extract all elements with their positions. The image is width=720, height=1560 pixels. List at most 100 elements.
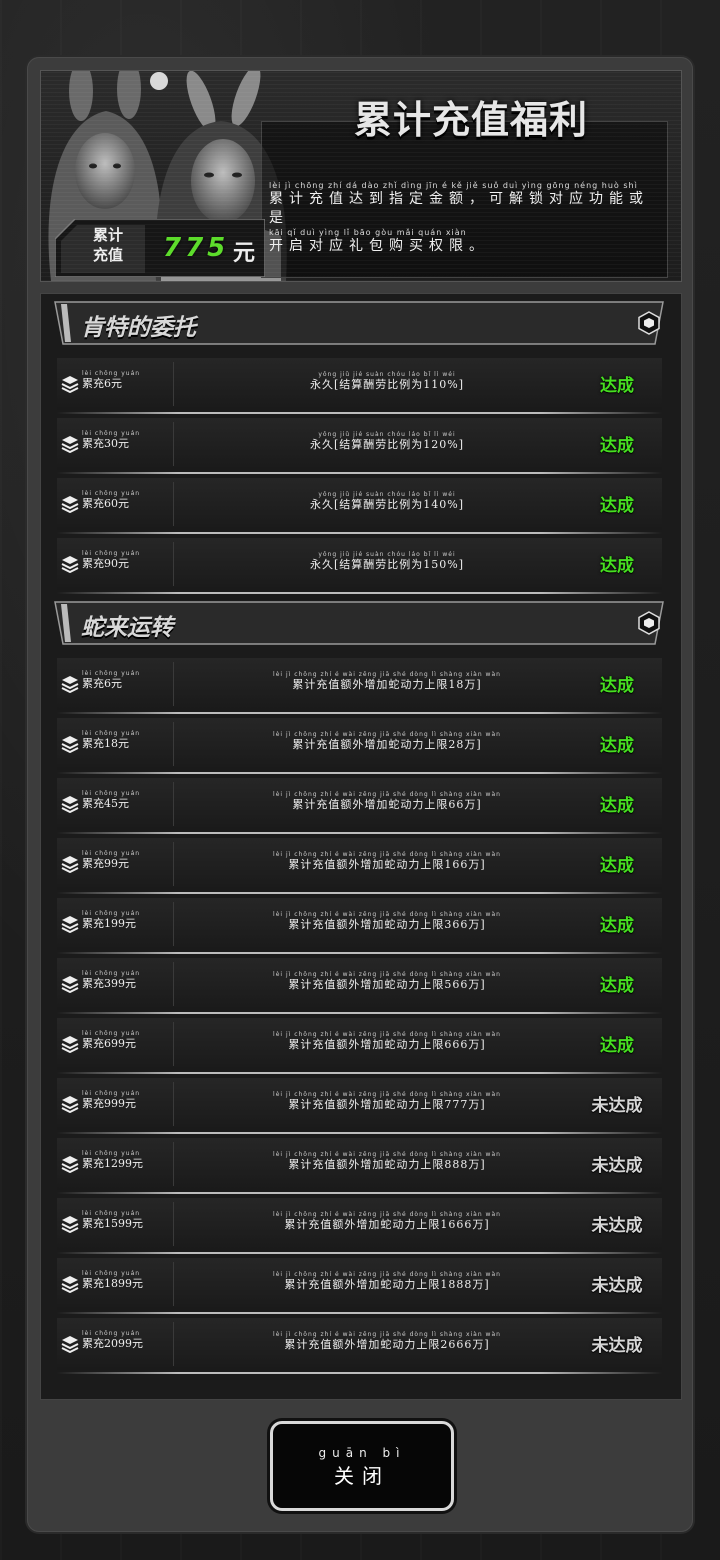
requirement-text: 累充30元	[82, 437, 129, 450]
reward-row: lèi chōng yuán 累充699元 lèi jì chōng zhí é w…	[57, 1018, 662, 1074]
reward: lèi jì chōng zhí é wài zēng jiā shé dòng…	[177, 1271, 597, 1291]
row-divider	[173, 1322, 174, 1366]
rewards-list[interactable]: 肯特的委托 lèi chōng yuán 累充6元 yǒng jiǔ jié suàn…	[40, 293, 682, 1400]
requirement: lèi chōng yuán 累充6元	[82, 370, 140, 390]
requirement-text: 累充999元	[82, 1097, 136, 1110]
row-divider	[173, 662, 174, 706]
requirement-text: 累充699元	[82, 1037, 136, 1050]
requirement-text: 累充1299元	[82, 1157, 143, 1170]
close-label: 关闭	[334, 1464, 390, 1488]
requirement-text: 累充6元	[82, 377, 122, 390]
stack-layers-icon	[61, 856, 79, 873]
reward: lèi jì chōng zhí é wài zēng jiā shé dòng…	[177, 851, 597, 871]
reward: yǒng jiǔ jié suàn chóu láo bǐ lì wéi 永久[结…	[177, 431, 597, 451]
status-badge: 未达成	[591, 1216, 643, 1236]
description-pinyin-2: kāi qǐ duì yìng lǐ bāo gòu mǎi quán xiàn	[269, 228, 467, 237]
reward: lèi jì chōng zhí é wài zēng jiā shé dòng…	[177, 1331, 597, 1351]
reward-text: 累计充值额外增加蛇动力上限366万]	[288, 918, 486, 931]
reward: yǒng jiǔ jié suàn chóu láo bǐ lì wéi 永久[结…	[177, 491, 597, 511]
reward: lèi jì chōng zhí é wài zēng jiā shé dòng…	[177, 671, 597, 691]
section-header: 蛇来运转	[51, 600, 671, 648]
row-divider	[173, 1262, 174, 1306]
reward-text: 永久[结算酬劳比例为150%]	[309, 558, 465, 571]
status-badge: 达成	[600, 496, 634, 516]
status-badge: 未达成	[591, 1156, 643, 1176]
reward-row: lèi chōng yuán 累充6元 lèi jì chōng zhí é wài…	[57, 658, 662, 714]
status-badge: 未达成	[591, 1096, 643, 1116]
hexagon-icon[interactable]	[637, 311, 661, 335]
row-divider	[173, 1142, 174, 1186]
row-divider	[173, 1082, 174, 1126]
requirement: lèi chōng yuán 累充199元	[82, 910, 140, 930]
reward-row: lèi chōng yuán 累充90元 yǒng jiǔ jié suàn chó…	[57, 538, 662, 594]
reward-text: 累计充值额外增加蛇动力上限2666万]	[284, 1338, 490, 1351]
stack-layers-icon	[61, 736, 79, 753]
total-unit: 元	[233, 241, 256, 266]
description-line-1: 累计充值达到指定金额，可解锁对应功能或是	[269, 191, 649, 226]
row-divider	[173, 842, 174, 886]
reward-row: lèi chōng yuán 累充1899元 lèi jì chōng zhí é …	[57, 1258, 662, 1314]
total-label: 累计 充值	[73, 225, 143, 265]
reward-text: 累计充值额外增加蛇动力上限888万]	[288, 1158, 486, 1171]
reward: lèi jì chōng zhí é wài zēng jiā shé dòng…	[177, 911, 597, 931]
requirement: lèi chōng yuán 累充1599元	[82, 1210, 143, 1230]
stack-layers-icon	[61, 1156, 79, 1173]
status-badge: 达成	[600, 376, 634, 396]
requirement: lèi chōng yuán 累充18元	[82, 730, 140, 750]
reward: lèi jì chōng zhí é wài zēng jiā shé dòng…	[177, 1151, 597, 1171]
reward-text: 永久[结算酬劳比例为120%]	[309, 438, 465, 451]
reward-row: lèi chōng yuán 累充399元 lèi jì chōng zhí é w…	[57, 958, 662, 1014]
description-pinyin-1: lèi jì chōng zhí dá dào zhǐ dìng jīn é k…	[269, 181, 638, 190]
reward-row: lèi chōng yuán 累充30元 yǒng jiǔ jié suàn chó…	[57, 418, 662, 474]
stack-layers-icon	[61, 796, 79, 813]
page-title: 累计充值福利	[353, 98, 588, 142]
hexagon-icon[interactable]	[637, 611, 661, 635]
stack-layers-icon	[61, 496, 79, 513]
reward-row: lèi chōng yuán 累充99元 lèi jì chōng zhí é wà…	[57, 838, 662, 894]
requirement-text: 累充60元	[82, 497, 129, 510]
stack-layers-icon	[61, 1036, 79, 1053]
total-recharge-badge: 累计 充值 775 元	[55, 219, 265, 277]
reward-text: 累计充值额外增加蛇动力上限18万]	[292, 678, 482, 691]
row-divider	[173, 542, 174, 586]
reward-text: 累计充值额外增加蛇动力上限1888万]	[284, 1278, 490, 1291]
requirement-text: 累充1599元	[82, 1217, 143, 1230]
status-badge: 达成	[600, 676, 634, 696]
requirement-text: 累充99元	[82, 857, 129, 870]
row-divider	[173, 902, 174, 946]
reward: lèi jì chōng zhí é wài zēng jiā shé dòng…	[177, 971, 597, 991]
section-header: 肯特的委托	[51, 300, 671, 348]
close-button[interactable]: guān bì 关闭	[270, 1421, 454, 1511]
row-divider	[173, 482, 174, 526]
stack-layers-icon	[61, 1216, 79, 1233]
requirement: lèi chōng yuán 累充45元	[82, 790, 140, 810]
requirement: lèi chōng yuán 累充99元	[82, 850, 140, 870]
requirement: lèi chōng yuán 累充30元	[82, 430, 140, 450]
reward: lèi jì chōng zhí é wài zēng jiā shé dòng…	[177, 1211, 597, 1231]
status-badge: 达成	[600, 856, 634, 876]
total-value: 775	[163, 233, 230, 263]
recharge-rewards-panel: 累计充值福利 lèi jì chōng zhí dá dào zhǐ dìng …	[27, 57, 693, 1532]
row-divider	[173, 962, 174, 1006]
reward: lèi jì chōng zhí é wài zēng jiā shé dòng…	[177, 731, 597, 751]
reward-row: lèi chōng yuán 累充1299元 lèi jì chōng zhí é …	[57, 1138, 662, 1194]
requirement-text: 累充18元	[82, 737, 129, 750]
status-badge: 达成	[600, 736, 634, 756]
row-divider	[173, 422, 174, 466]
reward-row: lèi chōng yuán 累充60元 yǒng jiǔ jié suàn chó…	[57, 478, 662, 534]
reward-row: lèi chōng yuán 累充999元 lèi jì chōng zhí é w…	[57, 1078, 662, 1134]
stack-layers-icon	[61, 676, 79, 693]
reward: lèi jì chōng zhí é wài zēng jiā shé dòng…	[177, 1031, 597, 1051]
requirement: lèi chōng yuán 累充90元	[82, 550, 140, 570]
stack-layers-icon	[61, 1336, 79, 1353]
status-badge: 达成	[600, 436, 634, 456]
requirement: lèi chōng yuán 累充1899元	[82, 1270, 143, 1290]
row-divider	[173, 782, 174, 826]
requirement-text: 累充90元	[82, 557, 129, 570]
reward-text: 累计充值额外增加蛇动力上限28万]	[292, 738, 482, 751]
requirement-text: 累充1899元	[82, 1277, 143, 1290]
reward-text: 永久[结算酬劳比例为140%]	[309, 498, 465, 511]
stack-layers-icon	[61, 976, 79, 993]
reward: lèi jì chōng zhí é wài zēng jiā shé dòng…	[177, 1091, 597, 1111]
section-title: 蛇来运转	[81, 615, 173, 641]
